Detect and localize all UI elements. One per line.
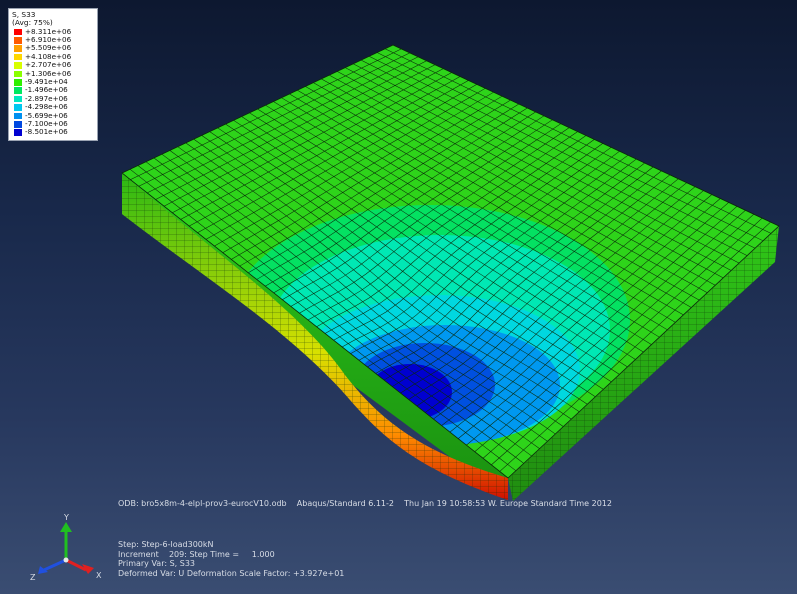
odb-name: ODB: bro5x8m-4-elpl-prov3-eurocV10.odb xyxy=(118,499,287,508)
odb-info-line: ODB: bro5x8m-4-elpl-prov3-eurocV10.odb A… xyxy=(118,499,612,509)
legend-row: -4.298e+06 xyxy=(9,102,97,112)
legend-swatch xyxy=(14,112,22,120)
legend-swatch xyxy=(14,78,22,86)
solver-version: Abaqus/Standard 6.11-2 xyxy=(296,499,394,508)
legend-swatch xyxy=(14,104,22,111)
legend-swatch xyxy=(14,53,22,61)
primary-var-label: Primary Var: S, S33 xyxy=(118,559,196,568)
legend-swatch xyxy=(14,87,22,95)
step-info: Step: Step-6-load300kN Increment 209: St… xyxy=(118,540,344,578)
legend-swatch xyxy=(14,62,22,69)
legend-swatch xyxy=(14,95,22,103)
legend-swatch xyxy=(14,36,22,44)
legend-value: +2.707e+06 xyxy=(25,60,72,70)
z-axis xyxy=(43,558,67,572)
stress-legend: S, S33 (Avg: 75%) +8.311e+06 +6.910e+06 +5… xyxy=(8,8,98,141)
legend-swatch xyxy=(14,70,22,78)
legend-swatch xyxy=(14,120,22,128)
legend-row: +2.707e+06 xyxy=(9,60,97,70)
legend-swatch xyxy=(14,28,22,36)
step-label: Step: Step-6-load300kN xyxy=(118,540,214,549)
deformed-var-label: Deformed Var: U Deformation Scale Factor… xyxy=(118,568,345,578)
legend-row: -8.501e+06 xyxy=(9,127,97,137)
y-axis-label: Y xyxy=(63,513,69,522)
legend-value: -8.501e+06 xyxy=(25,127,68,137)
y-axis-arrow-icon xyxy=(60,522,72,532)
x-axis-label: X xyxy=(96,571,102,580)
legend-value: -4.298e+06 xyxy=(25,102,68,112)
timestamp: Thu Jan 19 10:58:53 W. Europe Standard T… xyxy=(404,499,612,508)
z-axis-label: Z xyxy=(30,573,36,582)
orientation-triad: Y X Z xyxy=(30,513,102,582)
triad-origin xyxy=(63,557,69,563)
legend-swatch xyxy=(14,45,22,53)
increment-label: Increment 209: Step Time = 1.000 xyxy=(118,549,275,559)
legend-swatch xyxy=(14,129,22,137)
